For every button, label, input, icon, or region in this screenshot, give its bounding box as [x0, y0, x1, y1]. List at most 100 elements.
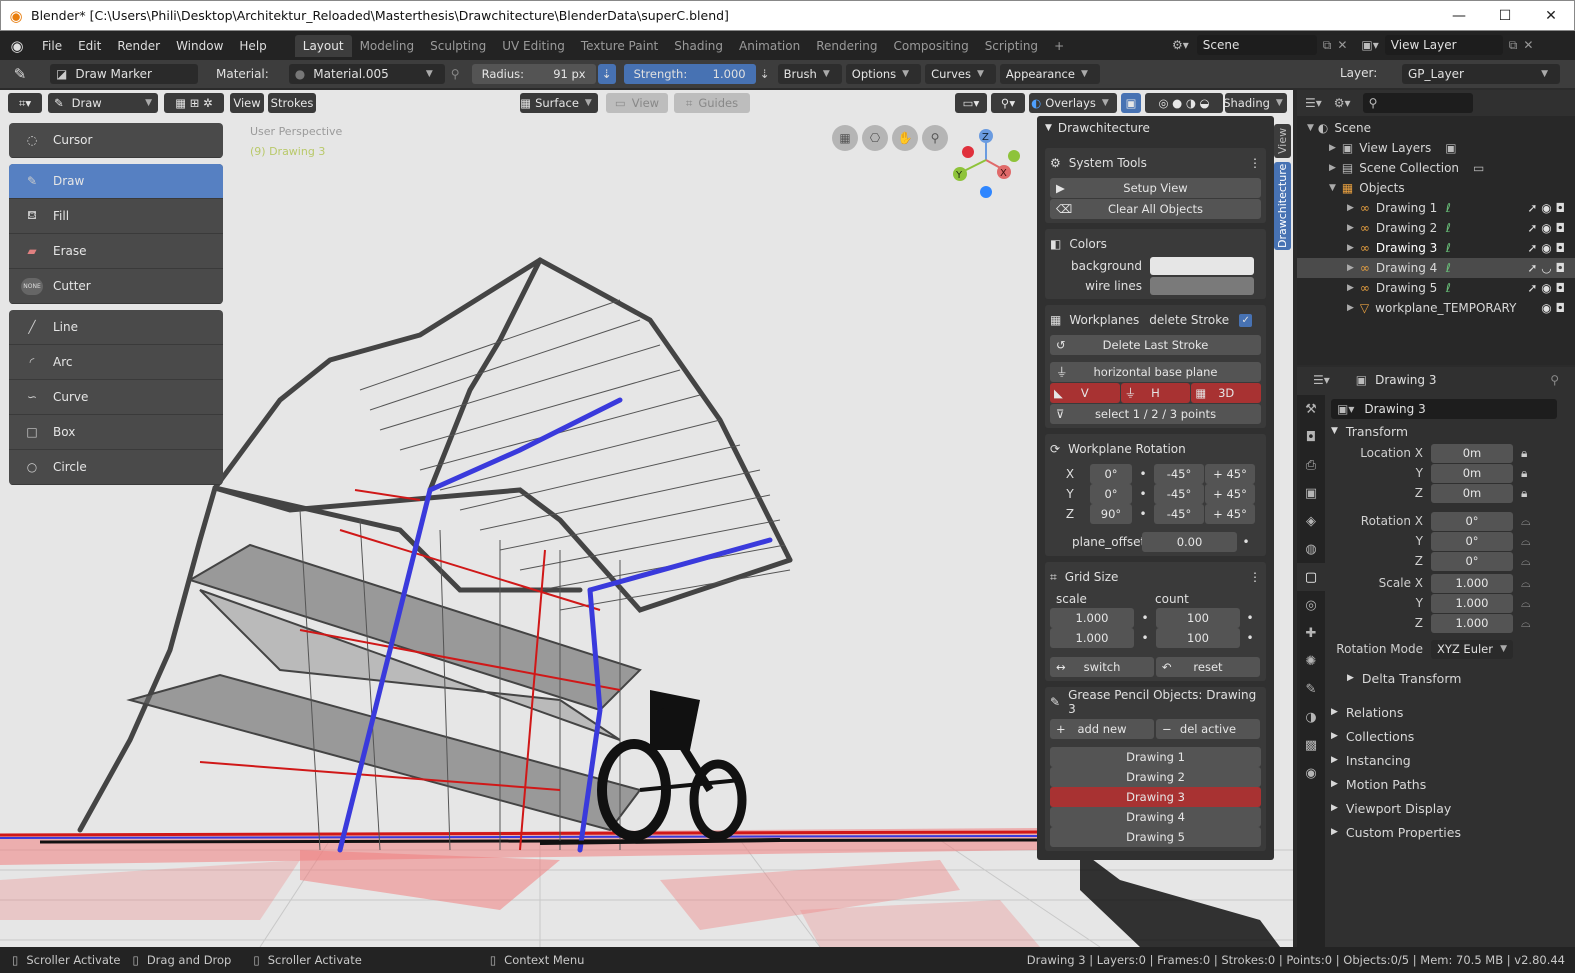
unlock-icon[interactable]: ⌓ — [1521, 616, 1531, 631]
workspace-tab-rendering[interactable]: Rendering — [808, 35, 885, 57]
pan-hand-icon[interactable]: ✋ — [892, 125, 918, 151]
radius-field[interactable]: Radius: 91 px — [471, 64, 596, 84]
tool-cutter[interactable]: NONE Cutter — [9, 269, 223, 304]
view-layer-icon[interactable]: ▣▾ — [1361, 38, 1378, 52]
plane-offset-field[interactable]: 0.00 — [1142, 532, 1237, 552]
workspace-tab-uv-editing[interactable]: UV Editing — [494, 35, 573, 57]
menu-help[interactable]: Help — [231, 39, 274, 53]
close-button[interactable]: ✕ — [1528, 1, 1574, 31]
texture-tab-icon[interactable]: ▩ — [1297, 731, 1325, 759]
restrict-icons[interactable]: ➚ ◡ ◘ — [1527, 261, 1565, 275]
workspace-tab-sculpting[interactable]: Sculpting — [422, 35, 494, 57]
outliner-row-scene-collection[interactable]: ▶ ▤ Scene Collection ▭ — [1297, 158, 1575, 178]
modifier-tab-icon[interactable]: ◎ — [1297, 591, 1325, 619]
rotation-x-value[interactable]: 0° — [1090, 464, 1132, 484]
tool-line[interactable]: ╱ Line — [9, 310, 223, 345]
object-tab-icon[interactable]: ▢ — [1297, 563, 1325, 591]
rotation-x-minus-button[interactable]: -45° — [1154, 464, 1204, 484]
clear-all-objects-button[interactable]: ⌫ Clear All Objects — [1050, 199, 1261, 219]
lock-icon[interactable]: 🔒︎ — [1521, 446, 1527, 461]
pin-icon[interactable]: ⚲ — [451, 67, 460, 81]
tool-arc[interactable]: ◜ Arc — [9, 345, 223, 380]
rotation-x-plus-button[interactable]: + 45° — [1205, 464, 1255, 484]
overlays-menu[interactable]: ◐ Overlays ▼ — [1029, 93, 1117, 113]
visibility-icon[interactable]: ▭▾ — [955, 93, 987, 113]
scene-selector[interactable]: Scene — [1196, 35, 1317, 55]
particles-tab-icon[interactable]: ✺ — [1297, 647, 1325, 675]
tool-box[interactable]: □ Box — [9, 415, 223, 450]
gp-object-drawing-3[interactable]: Drawing 3 — [1050, 787, 1261, 807]
outliner-row-objects[interactable]: ▼ ▦ Objects — [1297, 178, 1575, 198]
blender-menu-icon[interactable]: ◉ — [0, 37, 34, 55]
restrict-icons[interactable]: ➚ ◉ ◘ — [1527, 281, 1565, 295]
workspace-tab-texture-paint[interactable]: Texture Paint — [573, 35, 666, 57]
select-points-button[interactable]: ⊽ select 1 / 2 / 3 points — [1050, 404, 1261, 424]
object-name-field[interactable]: ▣▾ Drawing 3 — [1331, 399, 1557, 419]
add-new-button[interactable]: + add new — [1050, 719, 1154, 739]
tool-fill[interactable]: ⛾ Fill — [9, 199, 223, 234]
layer-selector[interactable]: GP_Layer ▼ — [1402, 64, 1560, 84]
workspace-tab-scripting[interactable]: Scripting — [977, 35, 1046, 57]
gp-object-drawing-1[interactable]: Drawing 1 — [1050, 747, 1261, 767]
world-tab-icon[interactable]: ◍ — [1297, 535, 1325, 563]
tab-drawchitecture[interactable]: Drawchitecture — [1274, 162, 1291, 250]
minimize-button[interactable]: — — [1436, 1, 1482, 31]
mode-selector[interactable]: ✎ Draw ▼ — [48, 93, 158, 113]
strokes-menu[interactable]: Strokes — [268, 93, 316, 113]
outliner-row-drawing-1[interactable]: ▶ ∞ Drawing 1 ℓ ➚ ◉ ◘ — [1297, 198, 1575, 218]
3d-plane-button[interactable]: ▦ 3D — [1191, 383, 1262, 403]
scale-y-field[interactable]: 1.000 — [1431, 593, 1513, 613]
xray-icon[interactable]: ▣ — [1121, 93, 1141, 113]
menu-window[interactable]: Window — [168, 39, 231, 53]
menu-file[interactable]: File — [34, 39, 70, 53]
brush-menu[interactable]: Brush ▼ — [777, 64, 842, 84]
workspace-tab-layout[interactable]: Layout — [294, 34, 352, 57]
shading-menu[interactable]: Shading ▼ — [1223, 93, 1287, 113]
switch-button[interactable]: ↔ switch — [1050, 657, 1154, 677]
custom-properties-panel-header[interactable]: ▶ Custom Properties — [1331, 820, 1567, 844]
grid-count-2[interactable]: 100 — [1156, 628, 1240, 648]
more-options-icon[interactable]: ⋮ — [1249, 156, 1261, 170]
rotation-z-plus-button[interactable]: + 45° — [1205, 504, 1255, 524]
scene-icon[interactable]: ⚙▾ — [1172, 38, 1189, 52]
material-tab-icon[interactable]: ◑ — [1297, 703, 1325, 731]
delta-transform-header[interactable]: ▶ Delta Transform — [1331, 665, 1567, 691]
tool-curve[interactable]: ∽ Curve — [9, 380, 223, 415]
restrict-icons[interactable]: ➚ ◉ ◘ — [1527, 201, 1565, 215]
camera-icon[interactable]: ⎔ — [862, 125, 888, 151]
delete-stroke-checkbox[interactable]: ✓ — [1239, 313, 1253, 327]
outliner-row-view-layers[interactable]: ▶ ▣ View Layers ▣ — [1297, 138, 1575, 158]
rotation-y-plus-button[interactable]: + 45° — [1205, 484, 1255, 504]
gp-toggle-icons[interactable]: ▦ ⊞ ✲ — [164, 93, 224, 113]
outliner-row-drawing-3[interactable]: ▶ ∞ Drawing 3 ℓ ➚ ◉ ◘ — [1297, 238, 1575, 258]
view-plane-selector[interactable]: ▭ View — [606, 93, 668, 113]
appearance-menu[interactable]: Appearance ▼ — [999, 64, 1100, 84]
grid-view-icon[interactable]: ▦ — [832, 125, 858, 151]
outliner-editor-icon[interactable]: ☰▾ — [1305, 96, 1322, 110]
radius-pressure-icon[interactable]: ⇣ — [597, 64, 616, 84]
rotation-z-minus-button[interactable]: -45° — [1154, 504, 1204, 524]
workspace-tab-modeling[interactable]: Modeling — [352, 35, 423, 57]
outliner-row-drawing-2[interactable]: ▶ ∞ Drawing 2 ℓ ➚ ◉ ◘ — [1297, 218, 1575, 238]
instancing-panel-header[interactable]: ▶ Instancing — [1331, 748, 1567, 772]
unlock-icon[interactable]: ⌓ — [1521, 534, 1531, 549]
scene-tab-icon[interactable]: ◈ — [1297, 507, 1325, 535]
horizontal-plane-button[interactable]: ⏚ H — [1120, 383, 1191, 403]
reset-button[interactable]: ↶ reset — [1156, 657, 1260, 677]
constraint-tab-icon[interactable]: ◉ — [1297, 759, 1325, 787]
curves-menu[interactable]: Curves ▼ — [925, 64, 996, 84]
tab-view[interactable]: View — [1274, 124, 1291, 158]
tool-circle[interactable]: ○ Circle — [9, 450, 223, 485]
transform-panel-header[interactable]: ▼ Transform — [1331, 419, 1567, 443]
delete-view-layer-icon[interactable]: ✕ — [1523, 38, 1533, 52]
lock-icon[interactable]: 🔒︎ — [1521, 466, 1527, 481]
outliner-row-scene[interactable]: ▼ ◐ Scene — [1297, 118, 1575, 138]
viewport-display-panel-header[interactable]: ▶ Viewport Display — [1331, 796, 1567, 820]
material-selector[interactable]: ● Material.005 ▼ — [288, 64, 445, 84]
rotation-z-field[interactable]: 0° — [1431, 551, 1513, 571]
wrench-tab-icon[interactable]: ✚ — [1297, 619, 1325, 647]
workspace-tab-animation[interactable]: Animation — [731, 35, 808, 57]
gizmo-icon[interactable]: ⚲▾ — [991, 93, 1025, 113]
tool-draw[interactable]: ✎ Draw — [9, 164, 223, 199]
view-menu[interactable]: View — [230, 93, 264, 113]
